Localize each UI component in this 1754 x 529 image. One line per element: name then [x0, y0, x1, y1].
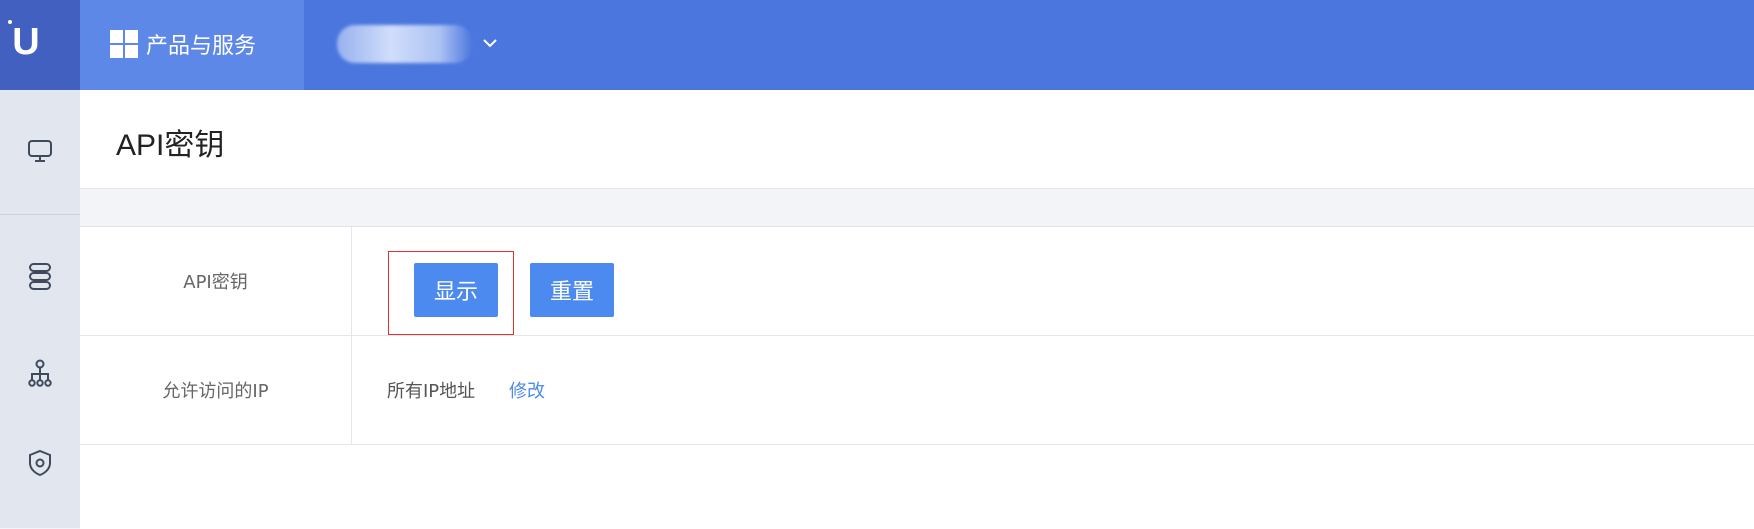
account-name-redacted [337, 25, 473, 63]
page-header: API密钥 [80, 90, 1754, 189]
sidebar-item-security[interactable] [0, 410, 80, 520]
logo[interactable]: U [0, 0, 80, 90]
page-title: API密钥 [116, 129, 225, 162]
products-services-button[interactable]: 产品与服务 [80, 0, 304, 90]
table-row-api-key: API密钥 显示 重置 [80, 227, 1754, 336]
api-key-label: API密钥 [80, 227, 352, 335]
show-key-button[interactable]: 显示 [414, 263, 498, 317]
reset-key-button[interactable]: 重置 [530, 263, 614, 317]
database-icon [28, 262, 52, 296]
grid-icon [110, 30, 138, 58]
chevron-down-icon [483, 38, 497, 50]
table-row-allowed-ip: 允许访问的IP 所有IP地址 修改 [80, 336, 1754, 445]
logo-letter: U [12, 21, 40, 63]
network-icon [27, 359, 53, 391]
allowed-ip-value: 所有IP地址 [387, 381, 476, 402]
sidebar-divider [0, 214, 80, 215]
products-services-label: 产品与服务 [146, 34, 257, 59]
shield-settings-icon [27, 449, 53, 481]
settings-table: API密钥 显示 重置 允许访问的IP 所有IP地址 修改 [80, 226, 1754, 529]
top-navigation-bar: U 产品与服务 [0, 0, 1754, 90]
monitor-icon [27, 138, 53, 168]
sidebar [0, 90, 80, 528]
edit-ip-link[interactable]: 修改 [509, 377, 545, 403]
account-selector[interactable] [337, 24, 497, 64]
sidebar-item-database[interactable] [0, 224, 80, 334]
allowed-ip-label: 允许访问的IP [80, 336, 352, 444]
sidebar-item-console[interactable] [0, 98, 80, 208]
